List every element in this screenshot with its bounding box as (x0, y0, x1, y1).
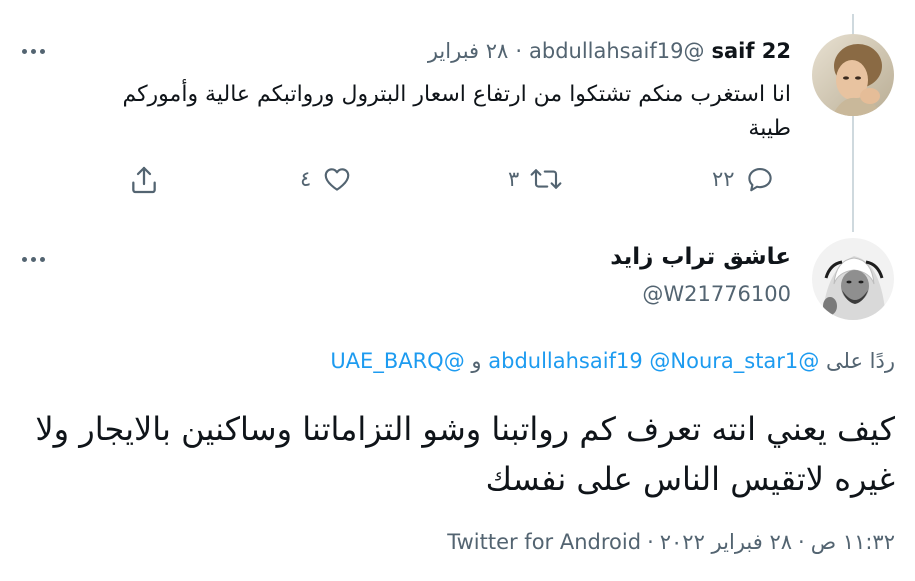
tweet-text: انا استغرب منكم تشتكوا من ارتفاع اسعار ا… (122, 82, 791, 141)
user-handle[interactable]: @W21776100 (642, 282, 791, 306)
share-button[interactable] (128, 164, 160, 196)
more-options-button[interactable] (22, 257, 45, 262)
more-icon-dot (40, 49, 45, 54)
share-icon (132, 166, 156, 194)
separator: · (798, 530, 805, 554)
avatar[interactable] (812, 238, 894, 320)
tweet-text: كيف يعني انته تعرف كم رواتبنا وشو التزام… (35, 410, 895, 498)
tweet-date[interactable]: ٢٨ فبراير ٢٠٢٢ (660, 530, 792, 554)
replying-to-line: ردًا على @abdullahsaif19 @Noura_star1 و … (330, 349, 895, 373)
mention-link[interactable]: @Noura_star1 (649, 349, 798, 373)
retweet-button[interactable]: ٣ (508, 164, 563, 194)
more-icon-dot (22, 49, 27, 54)
avatar[interactable] (812, 34, 894, 116)
separator: · (647, 530, 654, 554)
tweet-date[interactable]: ٢٨ فبراير (428, 39, 508, 63)
like-button[interactable]: ٤ (300, 164, 353, 194)
mention-link[interactable]: @UAE_BARQ (330, 349, 464, 373)
user-handle[interactable]: @abdullahsaif19 (529, 39, 704, 63)
like-count: ٤ (300, 167, 312, 191)
avatar-sheikh-image (812, 238, 894, 320)
reply-icon (747, 167, 772, 192)
more-icon-dot (31, 49, 36, 54)
retweet-count: ٣ (508, 167, 520, 191)
reply-button[interactable]: ٢٢ (712, 164, 775, 194)
tweet-actions-bar: ٢٢ ٣ ٤ (0, 164, 915, 200)
retweet-icon (530, 169, 562, 189)
more-icon-dot (22, 257, 27, 262)
more-icon-dot (40, 257, 45, 262)
separator: · (515, 39, 522, 63)
replying-to-label: ردًا على (826, 349, 895, 373)
mention-joiner: و (471, 349, 482, 373)
more-icon-dot (31, 257, 36, 262)
tweet-metadata: ١١:٣٢ ص · ٢٨ فبراير ٢٠٢٢ · Twitter for A… (447, 530, 895, 554)
avatar-child-image (812, 34, 894, 116)
reply-count: ٢٢ (712, 167, 735, 191)
display-name[interactable]: saif 22 (711, 39, 791, 63)
like-icon (324, 168, 350, 191)
more-options-button[interactable] (22, 49, 45, 54)
tweet-header: saif 22 @abdullahsaif19 · ٢٨ فبراير (428, 39, 791, 63)
tweet-time[interactable]: ١١:٣٢ ص (811, 530, 895, 554)
display-name[interactable]: عاشق تراب زايد (610, 244, 791, 270)
tweet-source-link[interactable]: Twitter for Android (447, 530, 641, 554)
